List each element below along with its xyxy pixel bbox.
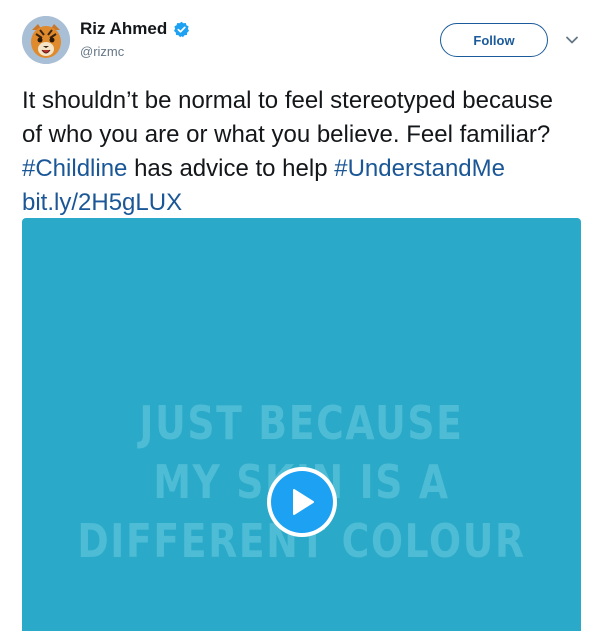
play-button[interactable]	[267, 467, 337, 537]
tweet-text-part: has advice to help	[127, 155, 335, 182]
display-name[interactable]: Riz Ahmed	[80, 19, 167, 39]
chevron-down-icon[interactable]	[565, 35, 579, 45]
verified-badge-icon	[174, 21, 190, 37]
name-row: Riz Ahmed	[80, 19, 190, 39]
tweet-header: Riz Ahmed @rizmc Follow	[0, 0, 590, 80]
video-text-line: JUST BECAUSE	[139, 396, 464, 450]
user-handle[interactable]: @rizmc	[80, 44, 124, 59]
play-icon	[293, 489, 314, 515]
hashtag-childline[interactable]: #Childline	[22, 155, 127, 182]
play-button-circle	[271, 471, 333, 533]
avatar[interactable]	[22, 16, 70, 64]
tweet-text: It shouldn’t be normal to feel stereotyp…	[22, 84, 578, 220]
tweet-link[interactable]: bit.ly/2H5gLUX	[22, 189, 182, 216]
video-player[interactable]: JUST BECAUSE MY SKIN IS A DIFFERENT COLO…	[22, 218, 581, 631]
follow-button[interactable]: Follow	[440, 23, 548, 57]
tweet-text-part: It shouldn’t be normal to feel stereotyp…	[22, 87, 553, 148]
tiger-avatar-icon	[22, 16, 70, 64]
hashtag-understandme[interactable]: #UnderstandMe	[334, 155, 505, 182]
